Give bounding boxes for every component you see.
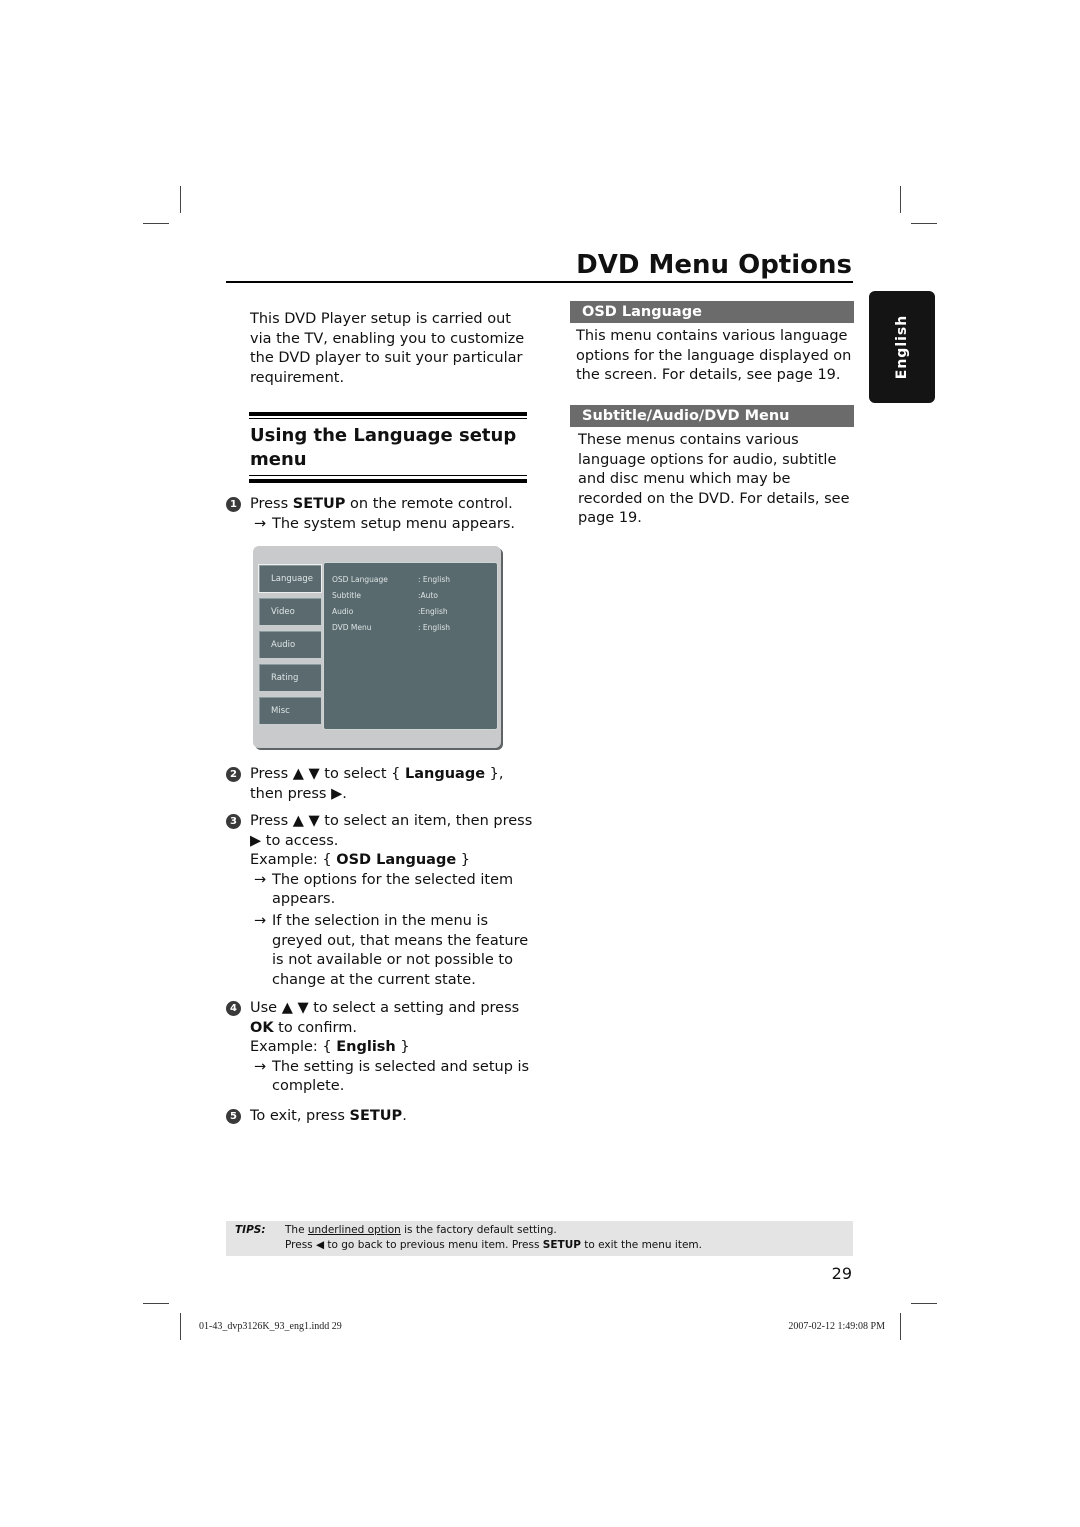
example-bold: OSD Language [336, 852, 457, 869]
crop-mark [911, 223, 937, 224]
step-text: to confirm. [273, 1019, 357, 1036]
result-text: The options for the selected item appear… [272, 871, 514, 908]
section-rule-top-thin [249, 418, 527, 419]
footer-filename: 01-43_dvp3126K_93_eng1.indd 29 [199, 1321, 342, 1332]
step-bold: SETUP [292, 496, 346, 512]
footer-timestamp: 2007-02-12 1:49:08 PM [788, 1321, 885, 1332]
osd-row-value: :English [418, 607, 448, 616]
osd-row-value: : English [418, 575, 450, 584]
crop-mark [900, 1313, 901, 1340]
step-text: To exit, press [250, 1108, 350, 1124]
step-4: 4 Use ▲ ▼ to select a setting and press … [226, 999, 536, 1097]
osd-tab-misc: Misc [258, 696, 322, 725]
step-text: Press ▲ ▼ to select an item, then press … [250, 813, 533, 849]
section-rule-bottom-thin [249, 475, 527, 476]
crop-mark [143, 1303, 169, 1304]
result-text: The system setup menu appears. [272, 515, 516, 532]
tips-text: is the factory default setting. [400, 1224, 557, 1236]
step-number: 4 [226, 1001, 241, 1016]
tips-underlined: underlined option [307, 1224, 401, 1236]
step-number: 1 [226, 497, 241, 512]
tips-text: The [285, 1224, 308, 1236]
step-text: . [402, 1108, 407, 1124]
step-text: Use ▲ ▼ to select a setting and press [250, 1000, 520, 1016]
step-text: Press [250, 496, 293, 512]
osd-row-value: : English [418, 623, 450, 632]
arrow-icon: → [254, 1058, 267, 1075]
result-text: If the selection in the menu is greyed o… [272, 912, 529, 988]
crop-mark [180, 1313, 181, 1340]
tips-label: TIPS: [235, 1224, 266, 1236]
section-heading: Using the Language setup menu [250, 425, 517, 470]
section-rule-top [249, 412, 527, 416]
tips-line-1: The underlined option is the factory def… [285, 1223, 557, 1239]
tips-text: to exit the menu item. [580, 1239, 702, 1251]
example-text: } [456, 852, 470, 869]
osd-tab-rating: Rating [258, 663, 322, 692]
osd-row-label: DVD Menu [332, 623, 372, 632]
step-number: 5 [226, 1109, 241, 1124]
step-2: 2 Press ▲ ▼ to select { Language }, then… [226, 765, 536, 804]
subtitle-audio-heading: Subtitle/Audio/DVD Menu [570, 405, 854, 427]
step-number: 2 [226, 767, 241, 782]
step-5: 5 To exit, press SETUP. [226, 1107, 536, 1127]
step-bold: OK [250, 1019, 274, 1036]
example-bold: English [336, 1039, 396, 1056]
intro-text: This DVD Player setup is carried out via… [250, 311, 525, 386]
section-rule-bottom [249, 479, 527, 483]
osd-language-text: This menu contains various language opti… [576, 328, 852, 384]
crop-mark [911, 1303, 937, 1304]
crop-mark [180, 186, 181, 213]
language-side-tab: English [869, 291, 935, 403]
osd-row-value: :Auto [418, 591, 438, 600]
arrow-icon: → [254, 515, 267, 532]
step-text: Press ▲ ▼ to select { [250, 766, 405, 782]
arrow-icon: → [254, 912, 267, 929]
osd-row-label: Subtitle [332, 591, 361, 600]
arrow-icon: → [254, 871, 267, 888]
osd-panel [323, 562, 498, 730]
result-text: The setting is selected and setup is com… [272, 1058, 530, 1095]
step-3: 3 Press ▲ ▼ to select an item, then pres… [226, 812, 536, 990]
example-text: } [395, 1039, 410, 1056]
osd-language-heading: OSD Language [570, 301, 854, 323]
page-title: DVD Menu Options [576, 250, 852, 280]
step-bold: SETUP [349, 1108, 403, 1124]
step-1: 1 Press SETUP on the remote control. → Th… [226, 495, 536, 534]
tips-bold: SETUP [542, 1239, 581, 1251]
osd-tab-video: Video [258, 597, 322, 626]
subtitle-audio-text: These menus contains various language op… [578, 432, 850, 527]
step-text: on the remote control. [345, 496, 513, 512]
tips-box: TIPS: The underlined option is the facto… [226, 1221, 853, 1256]
osd-tab-audio: Audio [258, 630, 322, 659]
example-text: Example: { [250, 852, 337, 869]
step-bold: Language [404, 766, 486, 782]
language-side-tab-label: English [894, 314, 910, 380]
osd-tab-language: Language [258, 564, 322, 593]
title-rule [226, 281, 853, 283]
tips-text: Press ◀ to go back to previous menu item… [285, 1239, 543, 1251]
step-number: 3 [226, 814, 241, 829]
example-text: Example: { [250, 1039, 337, 1056]
crop-mark [900, 186, 901, 213]
osd-row-label: Audio [332, 607, 354, 616]
tips-line-2: Press ◀ to go back to previous menu item… [285, 1238, 702, 1254]
crop-mark [143, 223, 169, 224]
osd-row-label: OSD Language [332, 575, 388, 584]
page-number: 29 [831, 1264, 852, 1283]
